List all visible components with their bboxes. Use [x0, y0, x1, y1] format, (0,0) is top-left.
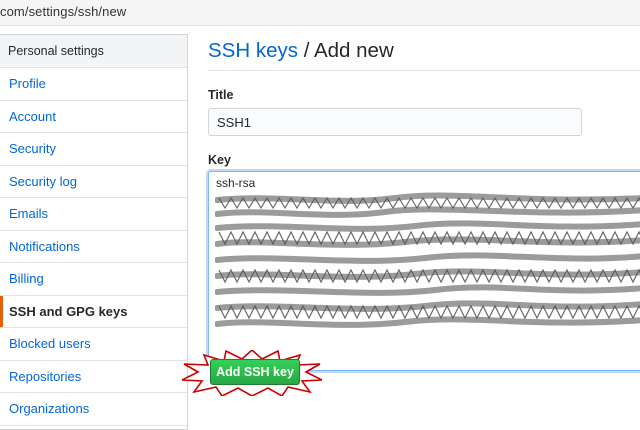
sidebar-item-security-log[interactable]: Security log — [0, 166, 187, 198]
sidebar-item-notifications[interactable]: Notifications — [0, 231, 187, 263]
redacted-key-scribble — [215, 192, 640, 328]
breadcrumb-ssh-keys-link[interactable]: SSH keys — [208, 39, 298, 62]
sidebar-item-organizations[interactable]: Organizations — [0, 393, 187, 426]
add-ssh-key-button[interactable]: Add SSH key — [210, 359, 300, 385]
page-title: SSH keys / Add new — [208, 39, 394, 63]
breadcrumb-separator: / — [303, 39, 310, 62]
sidebar-item-profile[interactable]: Profile — [0, 68, 187, 101]
sidebar-header: Personal settings — [0, 35, 187, 68]
key-textarea[interactable]: ssh-rsa — [208, 171, 640, 371]
sidebar-item-account[interactable]: Account — [0, 101, 187, 133]
address-bar[interactable]: com/settings/ssh/new — [0, 0, 640, 26]
sidebar-item-repositories[interactable]: Repositories — [0, 361, 187, 393]
sidebar-item-blocked-users[interactable]: Blocked users — [0, 328, 187, 361]
sidebar-item-emails[interactable]: Emails — [0, 198, 187, 231]
title-divider — [208, 70, 640, 71]
sidebar-item-security[interactable]: Security — [0, 133, 187, 166]
sidebar-item-ssh-gpg-keys[interactable]: SSH and GPG keys — [0, 295, 187, 328]
settings-sidebar: Personal settings Profile Account Securi… — [0, 34, 188, 430]
key-label: Key — [208, 153, 231, 167]
title-label: Title — [208, 88, 234, 102]
sidebar-item-billing[interactable]: Billing — [0, 263, 187, 296]
url-text: com/settings/ssh/new — [0, 4, 127, 19]
title-input[interactable] — [208, 108, 582, 136]
breadcrumb-current: Add new — [313, 39, 394, 62]
key-first-line: ssh-rsa — [216, 176, 256, 190]
